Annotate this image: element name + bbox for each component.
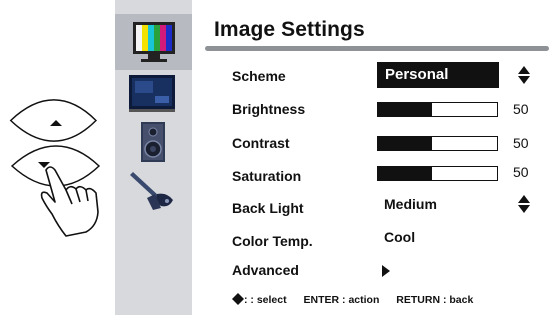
saturation-value: 50 bbox=[513, 164, 529, 180]
brightness-fill bbox=[378, 103, 432, 116]
sidebar-item-screen[interactable] bbox=[127, 72, 179, 116]
speaker-icon bbox=[141, 122, 165, 162]
contrast-slider[interactable] bbox=[377, 136, 498, 151]
settings-sidebar bbox=[115, 0, 192, 315]
scheme-select[interactable]: Personal bbox=[377, 62, 499, 88]
sidebar-item-tools[interactable] bbox=[127, 168, 179, 212]
contrast-fill bbox=[378, 137, 432, 150]
hint-enter: ENTER : action bbox=[303, 294, 380, 306]
advanced-arrow-icon[interactable] bbox=[382, 265, 390, 277]
backlight-value[interactable]: Medium bbox=[384, 196, 437, 212]
contrast-value: 50 bbox=[513, 135, 529, 151]
scheme-updown-icon[interactable] bbox=[517, 65, 531, 85]
brightness-value: 50 bbox=[513, 101, 529, 117]
remote-hint bbox=[0, 0, 115, 315]
color-temp-label: Color Temp. bbox=[232, 233, 313, 249]
hint-return: RETURN : back bbox=[396, 294, 474, 306]
saturation-fill bbox=[378, 167, 432, 180]
color-temp-value[interactable]: Cool bbox=[384, 229, 415, 245]
brightness-slider[interactable] bbox=[377, 102, 498, 117]
contrast-label: Contrast bbox=[232, 135, 290, 151]
backlight-updown-icon[interactable] bbox=[517, 194, 531, 214]
sidebar-item-sound[interactable] bbox=[127, 120, 179, 164]
saturation-label: Saturation bbox=[232, 168, 302, 184]
tv-color-bars-icon bbox=[133, 22, 175, 62]
brightness-label: Brightness bbox=[232, 101, 306, 117]
up-button-icon[interactable] bbox=[9, 99, 98, 142]
diamond-select-icon bbox=[232, 293, 244, 305]
key-hints: : : select ENTER : action RETURN : back bbox=[232, 293, 473, 306]
saturation-slider[interactable] bbox=[377, 166, 498, 181]
tools-icon bbox=[130, 172, 173, 210]
sidebar-item-picture[interactable] bbox=[115, 14, 192, 70]
page-title: Image Settings bbox=[214, 18, 365, 41]
scheme-label: Scheme bbox=[232, 68, 286, 84]
advanced-label: Advanced bbox=[232, 262, 299, 278]
hint-select: : : select bbox=[244, 294, 287, 306]
screen-icon bbox=[129, 75, 175, 112]
backlight-label: Back Light bbox=[232, 200, 304, 216]
title-divider bbox=[205, 46, 549, 51]
